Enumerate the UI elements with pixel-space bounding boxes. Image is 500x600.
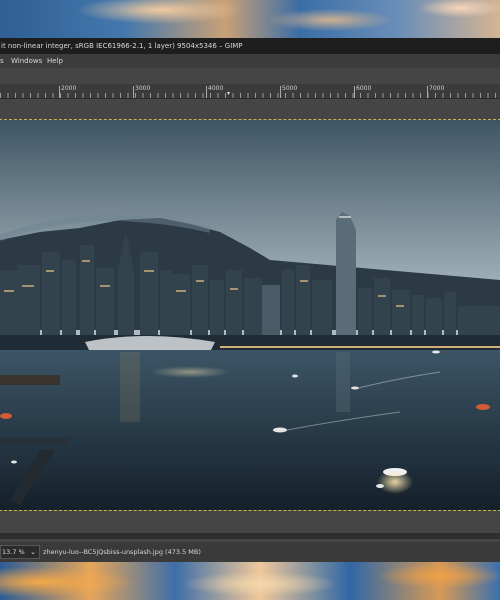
ruler-major-tick bbox=[354, 86, 355, 98]
ruler-major-tick bbox=[427, 86, 428, 98]
ruler-label: 6000 bbox=[356, 85, 372, 92]
status-bar: 13.7 % ⌄ zhenyu-luo--BC5jQsbiss-unsplash… bbox=[0, 542, 500, 562]
zoom-select[interactable]: 13.7 % ⌄ bbox=[0, 545, 40, 559]
ruler-ticks bbox=[0, 93, 500, 98]
menu-item-help[interactable]: Help bbox=[47, 54, 63, 68]
menu-item-windows[interactable]: Windows bbox=[11, 54, 42, 68]
zoom-value: 13.7 % bbox=[2, 548, 25, 556]
title-bar[interactable]: it non-linear integer, sRGB IEC61966-2.1… bbox=[0, 38, 500, 54]
ruler-major-tick bbox=[133, 86, 134, 98]
ruler-label: 4000 bbox=[208, 85, 224, 92]
desktop-wallpaper-top bbox=[0, 0, 500, 38]
file-info-text: zhenyu-luo--BC5jQsbiss-unsplash.jpg (473… bbox=[43, 548, 201, 556]
pointer-position-marker: ▾ bbox=[227, 90, 231, 97]
window-title: it non-linear integer, sRGB IEC61966-2.1… bbox=[1, 42, 243, 50]
desktop-wallpaper-bottom bbox=[0, 562, 500, 600]
ruler-major-tick bbox=[59, 86, 60, 98]
ruler-major-tick bbox=[280, 86, 281, 98]
horizontal-scrollbar[interactable] bbox=[0, 533, 500, 539]
ruler-major-tick bbox=[206, 86, 207, 98]
toolbar-area bbox=[0, 68, 500, 84]
menu-item-partial[interactable]: s bbox=[0, 54, 4, 68]
menu-bar: s Windows Help bbox=[0, 54, 500, 68]
ruler-label: 7000 bbox=[429, 85, 445, 92]
image-canvas[interactable] bbox=[0, 119, 500, 511]
horizontal-ruler[interactable]: 2000 3000 4000 ▾ 5000 6000 7000 bbox=[0, 84, 500, 99]
ruler-label: 5000 bbox=[282, 85, 298, 92]
chevron-down-icon: ⌄ bbox=[30, 548, 36, 556]
ruler-label: 3000 bbox=[135, 85, 151, 92]
city-harbor-image bbox=[0, 120, 500, 510]
ruler-label: 2000 bbox=[61, 85, 77, 92]
